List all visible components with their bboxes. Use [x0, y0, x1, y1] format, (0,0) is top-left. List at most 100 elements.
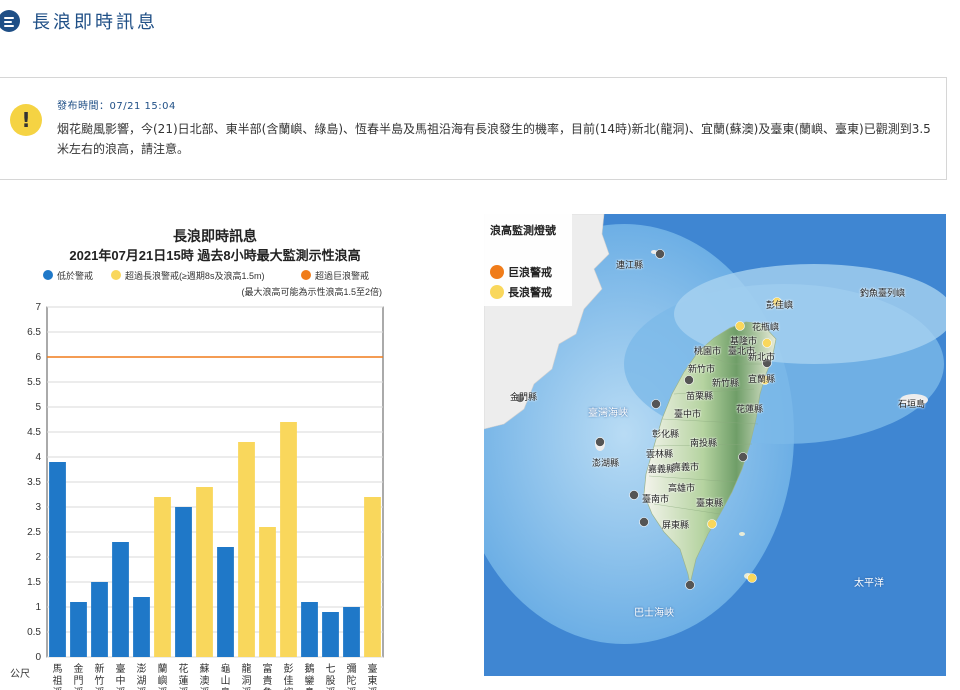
bar-花蓮浮 [175, 507, 192, 657]
bar-龍洞浮 [238, 442, 255, 657]
y-tick-label: 3 [35, 502, 41, 513]
bar-蘇澳浮 [196, 487, 213, 657]
y-tick-label: 4.5 [27, 427, 41, 438]
map-label-diaoyutai: 釣魚臺列嶼 [860, 289, 906, 299]
x-tick-label: 彭 [284, 662, 294, 675]
map-station-marker[interactable] [747, 573, 757, 583]
wave-monitor-map[interactable]: 浪高監測燈號 巨浪警戒 長浪警戒 連江縣 金門縣 澎湖縣 臺灣海峽 桃園市 臺北… [484, 214, 946, 676]
x-tick-label: 金 [74, 662, 84, 675]
x-tick-label: 龍 [242, 662, 252, 675]
map-label-taiwan-strait: 臺灣海峽 [588, 408, 628, 419]
bar-新竹浮 [91, 582, 108, 657]
map-label-changhua: 彰化縣 [652, 430, 680, 440]
legend-label: 超過長浪警戒(≥週期8s及浪高1.5m) [125, 270, 264, 281]
page-title: 長浪即時訊息 [32, 12, 158, 33]
y-tick-label: 1.5 [27, 577, 41, 588]
chart-note: (最大浪高可能為示性浪高1.5至2倍) [241, 286, 382, 297]
x-tick-label: 花 [179, 662, 189, 675]
x-tick-label: 股 [326, 675, 336, 687]
map-station-marker[interactable] [655, 249, 665, 259]
x-tick-label: 鵝 [305, 662, 315, 675]
map-label-penghu: 澎湖縣 [592, 459, 620, 469]
map-label-ishigaki: 石垣島 [898, 400, 926, 410]
x-tick-label: 門 [74, 675, 84, 687]
map-station-marker[interactable] [639, 517, 649, 527]
map-label-taitung: 臺東縣 [696, 499, 724, 509]
x-tick-label: 鑾 [305, 674, 315, 687]
x-tick-label: 中 [116, 674, 126, 687]
legend-item-long-wave: 長浪警戒 [490, 284, 552, 300]
map-station-marker[interactable] [735, 321, 745, 331]
notice-time: 發布時間：07/21 15:04 [57, 101, 176, 112]
map-label-taichung: 臺中市 [674, 410, 702, 420]
x-tick-label: 蘭 [158, 662, 168, 675]
alert-icon: ! [10, 104, 42, 136]
y-axis-unit: 公尺 [10, 668, 30, 680]
x-tick-label: 臺 [368, 662, 378, 675]
map-label-pacific: 太平洋 [854, 578, 884, 589]
bar-臺東浮 [364, 497, 381, 657]
x-tick-label: 祖 [53, 674, 63, 687]
map-label-hualien: 花蓮縣 [736, 405, 764, 415]
bar-七股浮 [322, 612, 339, 657]
y-tick-label: 5 [35, 402, 41, 413]
map-label-huaping: 花瓶嶼 [752, 323, 780, 333]
map-station-marker[interactable] [629, 490, 639, 500]
legend-marker [301, 270, 311, 280]
x-tick-label: 澳 [200, 674, 210, 687]
bar-彌陀浮 [343, 607, 360, 657]
map-label-chiayi-city: 嘉義市 [672, 463, 700, 473]
map-label-bashi-channel: 巴士海峽 [634, 608, 674, 619]
map-station-marker[interactable] [738, 452, 748, 462]
chart-canvas: 長浪即時訊息 2021年07月21日15時 過去8小時最大監測示性浪高低於警戒 超過… [10, 228, 384, 690]
map-station-marker[interactable] [651, 399, 661, 409]
x-tick-label: 佳 [284, 674, 294, 687]
map-station-marker[interactable] [685, 580, 695, 590]
x-tick-label: 嶼 [158, 674, 168, 687]
map-legend: 浪高監測燈號 巨浪警戒 長浪警戒 [484, 214, 572, 306]
map-label-yilan: 宜蘭縣 [748, 375, 776, 385]
y-tick-label: 5.5 [27, 377, 41, 388]
x-tick-label: 富 [263, 662, 273, 675]
x-tick-label: 臺 [116, 662, 126, 675]
x-tick-label: 龜 [221, 662, 231, 675]
map-station-marker[interactable] [707, 519, 717, 529]
map-label-kinmen: 金門縣 [510, 393, 538, 403]
map-station-marker[interactable] [684, 375, 694, 385]
map-label-yunlin: 雲林縣 [646, 450, 674, 460]
x-tick-label: 蘇 [200, 662, 210, 675]
map-label-kaohsiung: 高雄市 [668, 484, 696, 494]
bar-金門浮 [70, 602, 87, 657]
notice-text: 烟花颱風影響，今(21)日北部、東半部(含蘭嶼、綠島)、恆春半島及馬祖沿海有長浪… [57, 122, 931, 156]
yellow-dot-icon [490, 285, 504, 299]
map-label-taoyuan: 桃園市 [694, 347, 722, 357]
map-label-hsinchu-county: 新竹縣 [712, 379, 740, 389]
bar-彭佳嶼 [280, 422, 297, 657]
x-tick-label: 湖 [137, 675, 147, 687]
legend-marker [111, 270, 121, 280]
wave-height-chart: 長浪即時訊息 2021年07月21日15時 過去8小時最大監測示性浪高 低於警戒 超過… [0, 215, 400, 690]
bar-澎湖浮 [133, 597, 150, 657]
map-station-marker[interactable] [595, 437, 605, 447]
map-label-keelung: 基隆市 [730, 337, 758, 347]
x-tick-label: 貴 [263, 674, 273, 687]
map-label-miaoli: 苗栗縣 [686, 392, 714, 402]
map-label-tainan: 臺南市 [642, 495, 670, 505]
orange-dot-icon [490, 265, 504, 279]
map-label-pingtung: 屏東縣 [662, 521, 690, 531]
y-tick-label: 6.5 [27, 327, 41, 338]
bar-鵝鑾鼻 [301, 602, 318, 657]
notice-panel: ! 發布時間：07/21 15:04 烟花颱風影響，今(21)日北部、東半部(含… [0, 77, 947, 180]
bar-龜山島 [217, 547, 234, 657]
page-header: 長浪即時訊息 [0, 6, 158, 36]
map-label-hsinchu-city: 新竹市 [688, 365, 716, 375]
chart-subtitle: 2021年07月21日15時 過去8小時最大監測示性浪高 [69, 248, 360, 263]
map-label-lianjiang: 連江縣 [616, 261, 644, 271]
map-station-marker[interactable] [762, 338, 772, 348]
x-tick-label: 陀 [347, 674, 357, 687]
x-tick-label: 竹 [95, 674, 105, 687]
legend-item-huge-wave: 巨浪警戒 [490, 264, 552, 280]
y-tick-label: 2.5 [27, 527, 41, 538]
bar-蘭嶼浮 [154, 497, 171, 657]
x-tick-label: 山 [221, 675, 231, 687]
